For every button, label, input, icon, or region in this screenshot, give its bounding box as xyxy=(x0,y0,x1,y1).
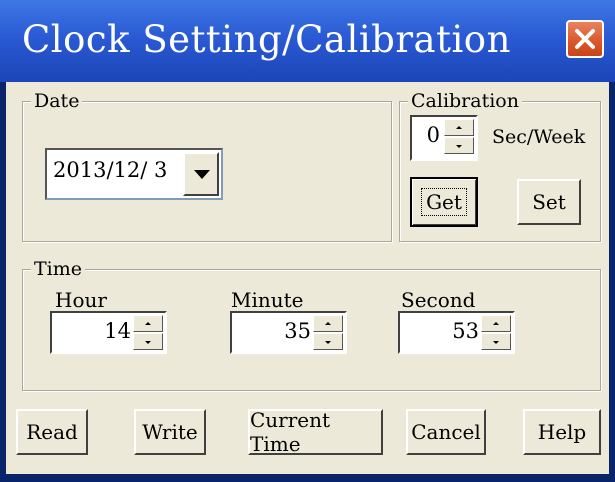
hour-up-button[interactable] xyxy=(133,315,163,332)
second-label: Second xyxy=(401,288,476,312)
minute-spinner[interactable]: 35 xyxy=(230,311,347,354)
date-group-label: Date xyxy=(31,90,83,112)
calibration-up-button[interactable] xyxy=(444,119,474,136)
help-button[interactable]: Help xyxy=(523,409,601,455)
calibration-down-button[interactable] xyxy=(444,137,474,154)
second-down-button[interactable] xyxy=(481,333,511,350)
set-button[interactable]: Set xyxy=(517,179,581,225)
read-button-label: Read xyxy=(26,420,78,444)
calibration-group: Calibration 0 Sec/Week Get Set xyxy=(399,90,601,242)
minute-up-button[interactable] xyxy=(313,315,343,332)
calibration-value: 0 xyxy=(426,123,440,147)
hour-down-button[interactable] xyxy=(133,333,163,350)
current-time-button-label: Current Time xyxy=(250,408,331,456)
date-value: 2013/12/ 3 xyxy=(53,158,168,182)
minute-label: Minute xyxy=(231,288,304,312)
dialog-client: Date 2013/12/ 3 Calibration 0 Sec/Week G… xyxy=(6,82,609,474)
minute-spin-buttons xyxy=(313,315,343,350)
write-button-label: Write xyxy=(142,420,198,444)
window-title: Clock Setting/Calibration xyxy=(22,18,511,61)
time-group-label: Time xyxy=(31,258,86,280)
calibration-unit: Sec/Week xyxy=(492,126,586,148)
set-button-label: Set xyxy=(532,190,566,214)
hour-spinner[interactable]: 14 xyxy=(50,311,167,354)
calibration-spin-buttons xyxy=(444,119,474,154)
date-group: Date 2013/12/ 3 xyxy=(22,90,392,242)
calibration-group-label: Calibration xyxy=(408,90,522,112)
second-value: 53 xyxy=(452,319,479,343)
second-spinner[interactable]: 53 xyxy=(398,311,515,354)
hour-value: 14 xyxy=(104,319,131,343)
current-time-button[interactable]: Current Time xyxy=(248,408,383,456)
close-icon xyxy=(575,29,595,49)
date-combobox[interactable]: 2013/12/ 3 xyxy=(45,148,223,200)
read-button[interactable]: Read xyxy=(16,409,88,455)
second-up-button[interactable] xyxy=(481,315,511,332)
help-button-label: Help xyxy=(537,420,587,444)
time-group: Time Hour 14 Minute 35 Second 53 xyxy=(22,258,601,391)
write-button[interactable]: Write xyxy=(134,409,206,455)
hour-label: Hour xyxy=(55,288,107,312)
title-bar[interactable]: Clock Setting/Calibration xyxy=(0,0,615,82)
cancel-button[interactable]: Cancel xyxy=(406,409,486,455)
calibration-spinner[interactable]: 0 xyxy=(410,115,478,161)
get-button[interactable]: Get xyxy=(410,177,478,227)
chevron-down-icon xyxy=(194,170,210,179)
cancel-button-label: Cancel xyxy=(411,420,481,444)
dialog-window: Clock Setting/Calibration Date 2013/12/ … xyxy=(0,0,615,482)
get-button-label: Get xyxy=(421,188,467,216)
minute-down-button[interactable] xyxy=(313,333,343,350)
minute-value: 35 xyxy=(284,319,311,343)
hour-spin-buttons xyxy=(133,315,163,350)
date-dropdown-button[interactable] xyxy=(183,152,219,196)
close-button[interactable] xyxy=(566,20,604,58)
second-spin-buttons xyxy=(481,315,511,350)
